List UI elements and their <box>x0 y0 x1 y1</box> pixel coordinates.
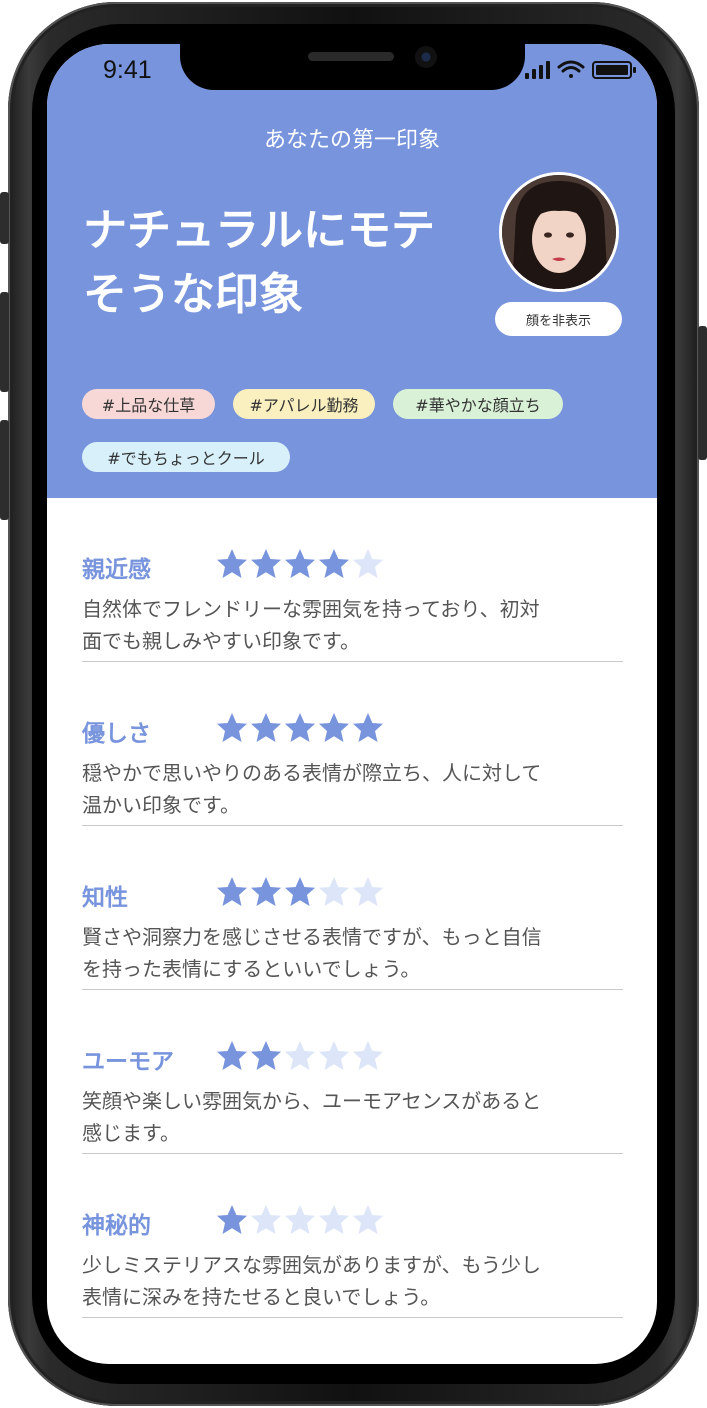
avatar <box>499 172 619 292</box>
rating-description-line: 温かい印象です。 <box>82 793 240 817</box>
tag-chip: #華やかな顔立ち <box>393 389 563 419</box>
star-filled-icon <box>353 713 383 742</box>
rating-description-line: 表情に深みを持たせると良いでしょう。 <box>82 1285 441 1309</box>
rating-description-line: 賢さや洞察力を感じさせる表情ですが、もっと自信 <box>82 925 542 949</box>
rating-description: 少しミステリアスな雰囲気がありますが、もう少し 表情に深みを持たせると良いでしょ… <box>82 1249 623 1313</box>
result-header: 9:41 あなたの第一印象 ナチュラルにモテ そうな印象 顔を非表示 #上品な仕… <box>47 44 657 498</box>
rating-description-line: 自然体でフレンドリーな雰囲気を持っており、初対 <box>82 597 540 621</box>
hide-face-button[interactable]: 顔を非表示 <box>495 302 622 336</box>
star-filled-icon <box>217 877 247 906</box>
star-filled-icon <box>251 877 281 906</box>
star-empty-icon <box>319 1205 349 1234</box>
star-empty-icon <box>353 549 383 578</box>
status-icons <box>525 60 636 79</box>
status-time: 9:41 <box>103 56 152 84</box>
star-empty-icon <box>285 1205 315 1234</box>
rating-item: 優しさ 穏やかで思いやりのある表情が際立ち、人に対して 温かい印象です。 <box>82 662 623 826</box>
signal-icon <box>525 61 550 79</box>
rating-description: 笑顔や楽しい雰囲気から、ユーモアセンスがあると 感じます。 <box>82 1085 623 1149</box>
rating-item: 神秘的 少しミステリアスな雰囲気がありますが、もう少し 表情に深みを持たせると良… <box>82 1154 623 1318</box>
star-filled-icon <box>285 877 315 906</box>
star-empty-icon <box>319 877 349 906</box>
star-empty-icon <box>285 1041 315 1070</box>
power-button <box>698 326 707 460</box>
rating-description-line: 感じます。 <box>82 1121 180 1145</box>
star-filled-icon <box>217 713 247 742</box>
star-rating <box>215 711 385 745</box>
rating-label: 神秘的 <box>82 1213 151 1239</box>
star-empty-icon <box>251 1205 281 1234</box>
tag-chip: #でもちょっとクール <box>82 442 290 472</box>
star-filled-icon <box>251 549 281 578</box>
star-empty-icon <box>353 1041 383 1070</box>
star-filled-icon <box>217 1205 247 1234</box>
rating-list: 親近感 自然体でフレンドリーな雰囲気を持っており、初対 面でも親しみやすい印象で… <box>82 498 623 1318</box>
rating-description-line: 面でも親しみやすい印象です。 <box>82 629 360 653</box>
silent-switch <box>0 192 9 244</box>
impression-headline: ナチュラルにモテ そうな印象 <box>83 199 503 327</box>
rating-item: 親近感 自然体でフレンドリーな雰囲気を持っており、初対 面でも親しみやすい印象で… <box>82 498 623 662</box>
notch <box>180 44 525 90</box>
star-filled-icon <box>217 549 247 578</box>
rating-description-line: 少しミステリアスな雰囲気がありますが、もう少し <box>82 1253 541 1277</box>
star-filled-icon <box>285 713 315 742</box>
rating-description-line: 穏やかで思いやりのある表情が際立ち、人に対して <box>82 761 542 785</box>
volume-up-button <box>0 292 9 392</box>
rating-label: ユーモア <box>82 1049 174 1075</box>
volume-down-button <box>0 420 9 520</box>
speaker-grille <box>308 52 394 61</box>
star-rating <box>215 1203 385 1237</box>
star-empty-icon <box>353 1205 383 1234</box>
star-filled-icon <box>217 1041 247 1070</box>
star-rating <box>215 875 385 909</box>
tag-chip: #アパレル勤務 <box>233 389 375 419</box>
headline-line-1: ナチュラルにモテ <box>83 205 435 256</box>
star-rating <box>215 547 385 581</box>
rating-item: 知性 賢さや洞察力を感じさせる表情ですが、もっと自信 を持った表情にするといいで… <box>82 826 623 990</box>
headline-line-2: そうな印象 <box>83 269 303 320</box>
rating-item: ユーモア 笑顔や楽しい雰囲気から、ユーモアセンスがあると 感じます。 <box>82 990 623 1154</box>
battery-icon <box>592 61 636 79</box>
star-filled-icon <box>319 549 349 578</box>
star-filled-icon <box>251 713 281 742</box>
rating-description: 賢さや洞察力を感じさせる表情ですが、もっと自信 を持った表情にするといいでしょう… <box>82 921 623 985</box>
rating-label: 親近感 <box>82 557 151 583</box>
star-filled-icon <box>285 549 315 578</box>
rating-description-line: を持った表情にするといいでしょう。 <box>82 957 421 981</box>
rating-label: 優しさ <box>82 721 151 747</box>
rating-description-line: 笑顔や楽しい雰囲気から、ユーモアセンスがあると <box>82 1089 542 1113</box>
rating-description: 穏やかで思いやりのある表情が際立ち、人に対して 温かい印象です。 <box>82 757 623 821</box>
rating-label: 知性 <box>82 885 128 911</box>
page-title: あなたの第一印象 <box>263 128 440 153</box>
front-camera <box>415 46 437 68</box>
star-empty-icon <box>319 1041 349 1070</box>
star-rating <box>215 1039 385 1073</box>
star-filled-icon <box>319 713 349 742</box>
rating-description: 自然体でフレンドリーな雰囲気を持っており、初対 面でも親しみやすい印象です。 <box>82 593 623 657</box>
face-photo <box>502 175 616 289</box>
tag-chip: #上品な仕草 <box>82 389 215 419</box>
wifi-icon <box>557 60 585 78</box>
phone-screen: 9:41 あなたの第一印象 ナチュラルにモテ そうな印象 顔を非表示 #上品な仕… <box>47 44 657 1364</box>
star-empty-icon <box>353 877 383 906</box>
star-filled-icon <box>251 1041 281 1070</box>
